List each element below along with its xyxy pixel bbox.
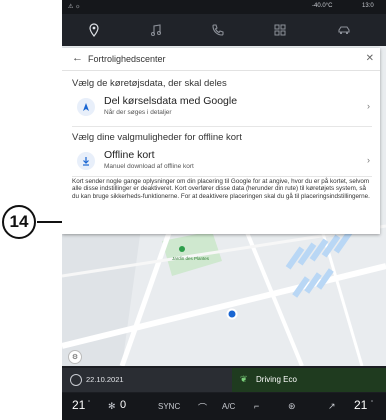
nav-apps[interactable] <box>260 20 300 40</box>
date-widget[interactable]: 22.10.2021 <box>62 368 232 392</box>
panel-title: Fortrolighedscenter <box>88 54 166 64</box>
row-title: Offline kort <box>104 149 155 161</box>
row-offline-maps[interactable]: Offline kort Manuel download af offline … <box>62 146 380 176</box>
seat-icon[interactable]: ⌐ <box>254 401 259 411</box>
nav-music[interactable] <box>136 20 176 40</box>
ac-button[interactable]: A/C <box>222 402 235 411</box>
nav-vehicle[interactable] <box>324 20 364 40</box>
row-subtitle: Når der søges i detaljer <box>104 109 172 116</box>
row-title: Del kørselsdata med Google <box>104 95 238 107</box>
nav-navigation[interactable] <box>74 20 114 40</box>
climate-bar: 21 ° ✻ 0 SYNC ⌒ A/C ⌐ ⊛ ↗ 21 ° <box>62 393 386 420</box>
section-vehicle-data: Vælg de køretøjsdata, der skal deles <box>72 78 227 89</box>
driving-eco-label: Driving Eco <box>256 375 297 384</box>
car-icon <box>338 26 350 34</box>
download-icon <box>77 152 95 170</box>
driving-eco-widget[interactable]: ❦ Driving Eco <box>232 368 386 392</box>
nav-phone[interactable] <box>198 20 238 40</box>
status-bar: ⚠ ☼ -40.0°C 13:0 <box>62 0 386 14</box>
close-icon[interactable]: ✕ <box>366 53 374 64</box>
panel-header: ← Fortrolighedscenter ✕ <box>62 48 380 71</box>
section-offline-maps: Vælg dine valgmuligheder for offline kor… <box>72 132 242 143</box>
sync-button[interactable]: SYNC <box>158 402 180 411</box>
degree-symbol: ° <box>371 400 373 406</box>
right-temperature[interactable]: 21 <box>354 398 367 412</box>
air-direction-icon[interactable]: ↗ <box>328 401 336 412</box>
degree-symbol: ° <box>88 400 90 406</box>
privacy-center-panel: ← Fortrolighedscenter ✕ Vælg de køretøjs… <box>62 48 380 234</box>
clock: 13:0 <box>362 3 374 9</box>
divider <box>72 176 372 177</box>
leaf-icon: ❦ <box>240 374 248 384</box>
divider <box>72 126 372 127</box>
apps-grid-icon <box>274 24 286 36</box>
map-settings-button[interactable]: ⚙ <box>68 350 82 364</box>
row-share-driving-data[interactable]: Del kørselsdata med Google Når der søges… <box>62 92 380 122</box>
outside-temperature: -40.0°C <box>312 3 333 9</box>
navigation-arrow-icon <box>77 98 95 116</box>
chevron-right-icon: › <box>367 101 370 111</box>
phone-icon <box>212 24 224 36</box>
map-poi-label: Jardin des Plantes <box>172 256 210 261</box>
settings-icon: ⚙ <box>71 354 79 361</box>
status-icons: ⚠ ☼ <box>68 4 81 10</box>
date-text: 22.10.2021 <box>86 375 124 384</box>
music-note-icon <box>151 24 161 36</box>
infotainment-screen: ⚠ ☼ -40.0°C 13:0 Jardin des Plantes ⚙ ← … <box>62 0 386 420</box>
steering-wheel-icon[interactable]: ⊛ <box>288 401 296 412</box>
callout-number: 14 <box>2 205 36 239</box>
chevron-right-icon: › <box>367 155 370 165</box>
left-temperature[interactable]: 21 <box>72 398 85 412</box>
top-navigation <box>62 14 386 46</box>
privacy-info-text: Kort sender nogle gange oplysninger om d… <box>72 178 370 200</box>
back-arrow-icon[interactable]: ← <box>72 52 83 64</box>
location-pin-icon <box>89 23 99 37</box>
seat-heat-icon[interactable]: ⌒ <box>198 401 207 414</box>
row-subtitle: Manuel download af offline kort <box>104 163 194 170</box>
fan-icon[interactable]: ✻ <box>108 401 116 412</box>
clock-icon <box>70 374 82 386</box>
fan-speed: 0 <box>120 399 127 411</box>
